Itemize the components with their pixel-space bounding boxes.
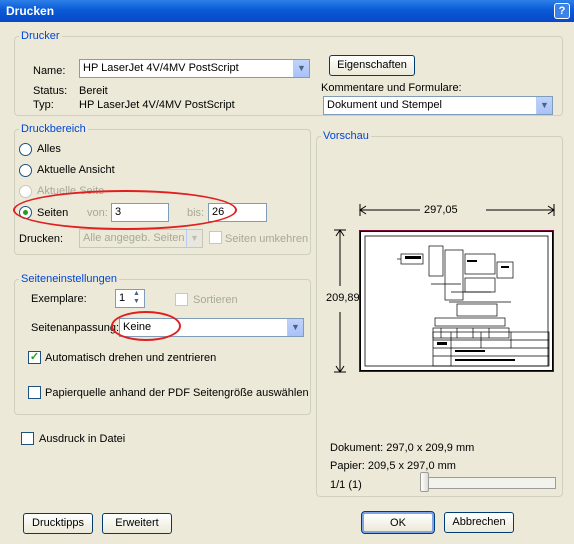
radio-all-label: Alles (37, 143, 61, 155)
comments-select[interactable]: Dokument und Stempel ▼ (323, 96, 553, 115)
print-subset-label: Drucken: (19, 233, 64, 245)
chevron-down-icon: ▼ (287, 319, 303, 336)
copies-value: 1 (119, 292, 126, 304)
copies-label: Exemplare: (31, 293, 87, 305)
help-icon[interactable]: ? (554, 3, 570, 19)
annotation-circle-scaling (111, 311, 181, 341)
page-position-info: 1/1 (1) (330, 479, 362, 491)
ok-button[interactable]: OK (361, 511, 435, 534)
cancel-button[interactable]: Abbrechen (444, 512, 514, 533)
page-slider-thumb[interactable] (420, 472, 429, 492)
collate-label: Sortieren (193, 294, 238, 306)
collate-checkbox[interactable] (175, 293, 188, 306)
width-dimension-line (359, 204, 555, 216)
auto-rotate-checkbox[interactable]: ✓ (28, 351, 41, 364)
preview-page-thumbnail (359, 230, 554, 372)
radio-current-page[interactable] (19, 185, 32, 198)
title-bar: Drucken ? (0, 0, 574, 22)
print-dialog: Drucken ? Drucker Name: HP LaserJet 4V/4… (0, 0, 574, 544)
page-setup-legend: Seiteneinstellungen (21, 273, 118, 285)
radio-current-view[interactable] (19, 164, 32, 177)
height-dimension-value: 209,89 (326, 292, 360, 304)
spinner-down-icon[interactable]: ▼ (133, 298, 140, 306)
comments-value: Dokument und Stempel (327, 99, 442, 111)
auto-rotate-label: Automatisch drehen und zentrieren (45, 352, 217, 364)
print-range-legend: Druckbereich (21, 123, 86, 135)
paper-source-label: Papierquelle anhand der PDF Seitengröße … (45, 387, 309, 399)
annotation-circle-pages (13, 190, 237, 230)
radio-current-view-label: Aktuelle Ansicht (37, 164, 115, 176)
copies-input[interactable]: 1 (115, 289, 145, 308)
reverse-pages-checkbox[interactable] (209, 231, 222, 244)
preview-drawing (364, 235, 550, 367)
paper-size-info: Papier: 209,5 x 297,0 mm (330, 460, 456, 472)
document-size-info: Dokument: 297,0 x 209,9 mm (330, 442, 475, 454)
printer-type-label: Typ: (33, 99, 54, 111)
radio-all[interactable] (19, 143, 32, 156)
paper-source-checkbox[interactable] (28, 386, 41, 399)
printer-legend: Drucker (21, 30, 60, 42)
printer-status-value: Bereit (79, 85, 108, 97)
reverse-pages-label: Seiten umkehren (225, 233, 309, 245)
printer-name-value: HP LaserJet 4V/4MV PostScript (83, 62, 239, 74)
print-subset-select[interactable]: Alle angegeb. Seiten ▼ (79, 229, 203, 248)
spinner-up-icon[interactable]: ▲ (133, 290, 140, 298)
printer-status-label: Status: (33, 85, 68, 97)
printer-name-select[interactable]: HP LaserJet 4V/4MV PostScript ▼ (79, 59, 310, 78)
chevron-down-icon: ▼ (536, 97, 552, 114)
print-to-file-label: Ausdruck in Datei (39, 433, 126, 445)
printer-type-value: HP LaserJet 4V/4MV PostScript (79, 99, 235, 111)
preview-legend: Vorschau (323, 130, 369, 142)
chevron-down-icon: ▼ (293, 60, 309, 77)
comments-label: Kommentare und Formulare: (321, 82, 462, 94)
advanced-button[interactable]: Erweitert (102, 513, 172, 534)
properties-button[interactable]: Eigenschaften (329, 55, 415, 76)
window-title: Drucken (6, 4, 55, 18)
page-slider-track[interactable] (424, 477, 556, 489)
scaling-label: Seitenanpassung: (31, 322, 120, 334)
printer-name-label: Name: (33, 65, 66, 77)
width-dimension-value: 297,05 (424, 204, 458, 216)
print-tips-button[interactable]: Drucktipps (23, 513, 93, 534)
print-to-file-checkbox[interactable] (21, 432, 34, 445)
print-subset-value: Alle angegeb. Seiten (83, 232, 185, 244)
chevron-down-icon: ▼ (186, 230, 202, 247)
